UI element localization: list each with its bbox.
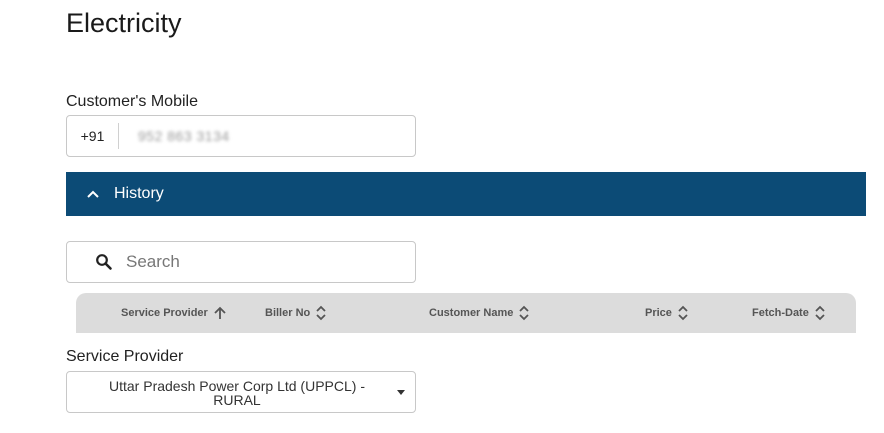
sort-icon — [517, 303, 531, 323]
country-code: +91 — [67, 123, 119, 149]
sort-icon — [813, 303, 827, 323]
mobile-number[interactable]: 952 863 3134 — [138, 128, 230, 144]
search-input[interactable] — [126, 252, 386, 272]
history-label: History — [114, 185, 164, 202]
sort-icon — [676, 303, 690, 323]
history-table-header: Service Provider Biller No Customer Name… — [76, 293, 856, 333]
mobile-field[interactable]: +91 952 863 3134 — [66, 115, 416, 157]
page-title: Electricity — [66, 8, 182, 38]
chevron-up-icon — [86, 187, 100, 201]
dropdown-arrow-icon — [397, 390, 405, 395]
column-header-service-provider[interactable]: Service Provider — [121, 293, 228, 333]
arrow-up-icon — [212, 305, 228, 321]
sort-icon — [314, 303, 328, 323]
service-provider-value: Uttar Pradesh Power Corp Ltd (UPPCL) - R… — [109, 378, 365, 408]
history-accordion-header[interactable]: History — [66, 172, 866, 216]
column-header-biller-no[interactable]: Biller No — [265, 293, 328, 333]
service-provider-label: Service Provider — [66, 348, 184, 365]
column-header-price[interactable]: Price — [645, 293, 690, 333]
column-header-customer-name[interactable]: Customer Name — [429, 293, 531, 333]
column-header-fetch-date[interactable]: Fetch-Date — [752, 293, 827, 333]
service-provider-select[interactable]: Uttar Pradesh Power Corp Ltd (UPPCL) - R… — [66, 371, 416, 413]
search-field[interactable] — [66, 241, 416, 283]
search-icon — [95, 253, 113, 271]
mobile-label: Customer's Mobile — [66, 93, 198, 110]
